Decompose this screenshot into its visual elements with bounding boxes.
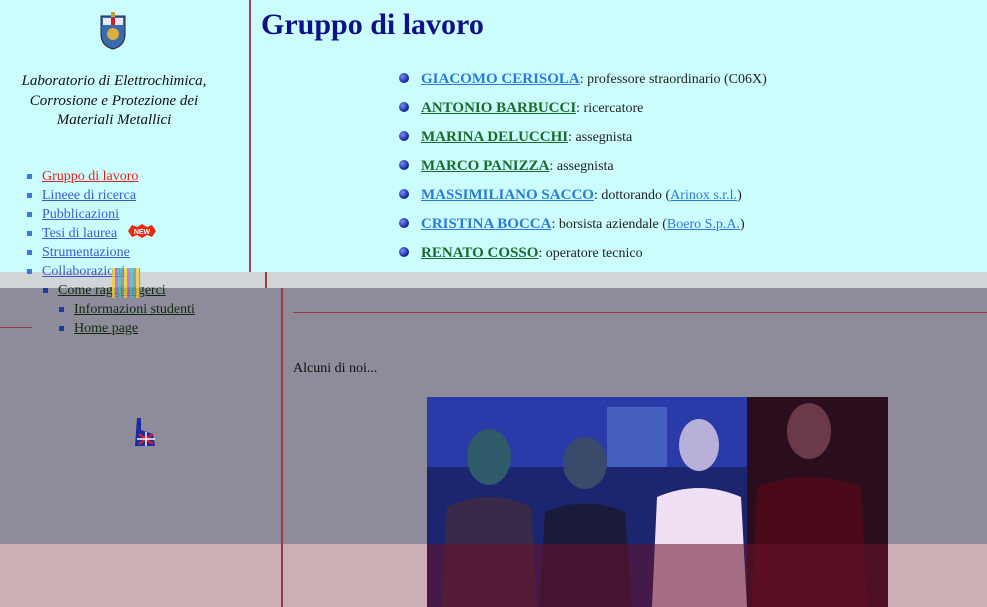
org-link-boero[interactable]: Boero S.p.A. [667,217,740,232]
member-list: GIACOMO CERISOLA: professore straordinar… [399,67,767,270]
nav-link-gruppo[interactable]: Gruppo di lavoro [42,169,138,184]
member-link[interactable]: GIACOMO CERISOLA [421,71,580,87]
frame-divider [281,288,283,607]
member-link[interactable]: ANTONIO BARBUCCI [421,100,576,116]
horizontal-rule [293,312,987,313]
nav-item-tesi[interactable]: Tesi di laurea [26,225,195,244]
member-link[interactable]: MARINA DELUCCHI [421,129,568,145]
member-item: GIACOMO CERISOLA: professore straordinar… [399,67,767,96]
member-item: MARINA DELUCCHI: assegnista [399,125,767,154]
member-item: ANTONIO BARBUCCI: ricercatore [399,96,767,125]
photo-caption: Alcuni di noi... [293,361,378,376]
member-item: CRISTINA BOCCA: borsista aziendale (Boer… [399,212,767,241]
member-link[interactable]: CRISTINA BOCCA [421,216,551,232]
member-item: MARCO PANIZZA: assegnista [399,154,767,183]
nav-link-informazioni[interactable]: Informazioni studenti [74,302,195,317]
nav-item-ricerca[interactable]: Lineee di ricerca [26,187,195,206]
member-link[interactable]: MASSIMILIANO SACCO [421,187,594,203]
english-flag-icon[interactable] [133,416,157,450]
frame-divider-top [265,272,267,288]
nav-item-home[interactable]: Home page [58,320,195,339]
org-link-arinox[interactable]: Arinox s.r.l. [670,188,737,203]
group-photo [427,397,888,607]
university-crest-icon [100,12,126,50]
member-item: MASSIMILIANO SACCO: dottorando (Arinox s… [399,183,767,212]
member-item: RENATO COSSO: operatore tecnico [399,241,767,270]
nav-item-informazioni[interactable]: Informazioni studenti [58,301,195,320]
nav-link-pubblicazioni[interactable]: Pubblicazioni [42,207,119,222]
glitch-artifact [112,268,140,298]
page-title: Gruppo di lavoro [261,8,484,41]
member-link[interactable]: RENATO COSSO [421,245,538,261]
nav-link-ricerca[interactable]: Lineee di ricerca [42,188,136,203]
nav-item-strumentazione[interactable]: Strumentazione [26,244,195,263]
nav-item-collaborazioni[interactable]: Collaborazioni [26,263,195,282]
nav-link-tesi[interactable]: Tesi di laurea [42,226,117,241]
nav-item-pubblicazioni[interactable]: Pubblicazioni [26,206,195,225]
new-badge-label: NEW [134,229,151,236]
member-link[interactable]: MARCO PANIZZA [421,158,549,174]
new-badge-icon: NEW [128,224,156,238]
sidebar-nav: Gruppo di lavoro Lineee di ricerca Pubbl… [26,168,195,339]
nav-link-home[interactable]: Home page [74,321,138,336]
lab-title: Laboratorio di Elettrochimica, Corrosion… [21,73,207,128]
nav-link-strumentazione[interactable]: Strumentazione [42,245,130,260]
nav-item-gruppo[interactable]: Gruppo di lavoro [26,168,195,187]
